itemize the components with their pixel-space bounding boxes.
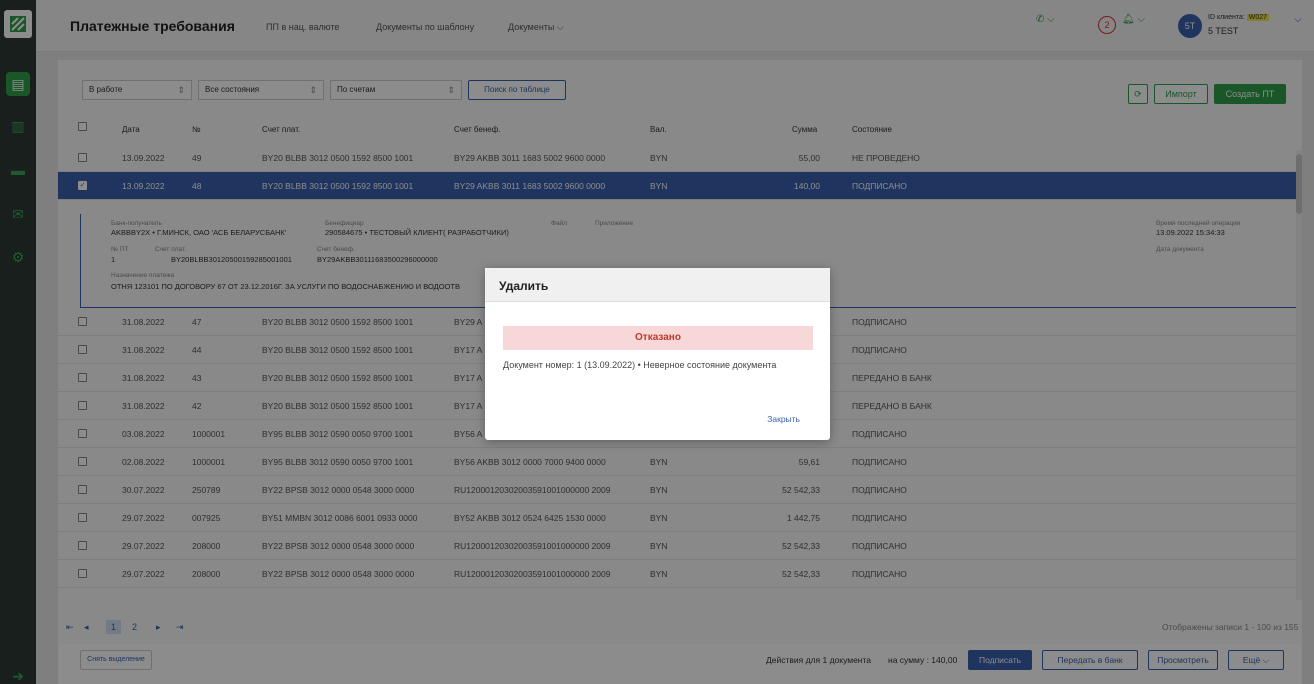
- error-alert: Отказано: [503, 326, 813, 350]
- close-button[interactable]: Закрыть: [767, 414, 800, 424]
- error-message: Документ номер: 1 (13.09.2022) • Неверно…: [503, 360, 777, 370]
- delete-dialog: Удалить Отказано Документ номер: 1 (13.0…: [485, 268, 830, 440]
- dialog-title: Удалить: [485, 268, 830, 302]
